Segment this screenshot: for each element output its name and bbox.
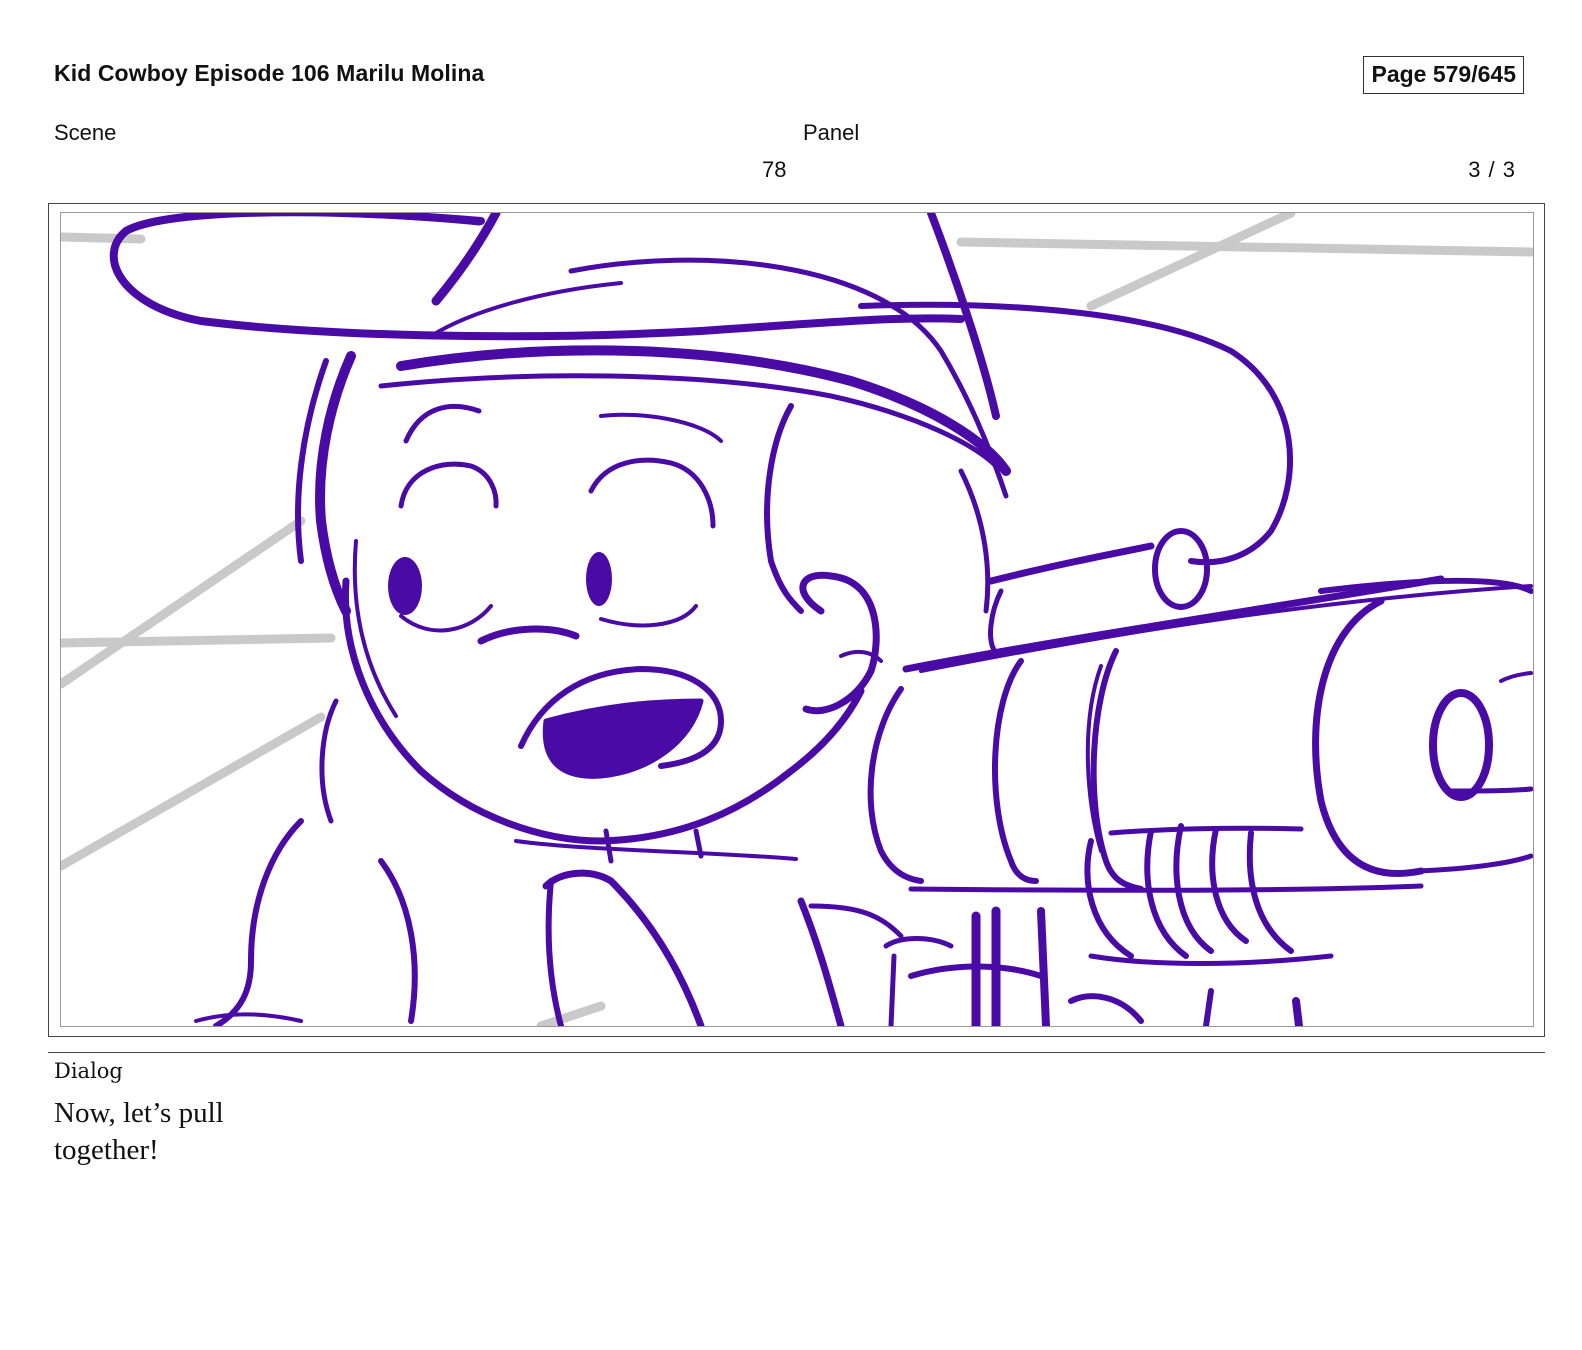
scene-number: 78 <box>762 157 787 182</box>
panel-label: Panel <box>803 120 860 145</box>
panel-number: 3 / 3 <box>1468 157 1516 182</box>
page-number: Page 579/645 <box>1363 56 1524 94</box>
dialog-label: Dialog <box>54 1059 123 1083</box>
storyboard-panel <box>60 212 1534 1027</box>
storyboard-sketch <box>61 213 1533 1026</box>
panel-divider <box>48 1052 1545 1053</box>
dialog-text: Now, let’s pull together! <box>54 1097 224 1166</box>
document-title: Kid Cowboy Episode 106 Marilu Molina <box>54 60 485 86</box>
scene-label: Scene <box>54 120 117 145</box>
